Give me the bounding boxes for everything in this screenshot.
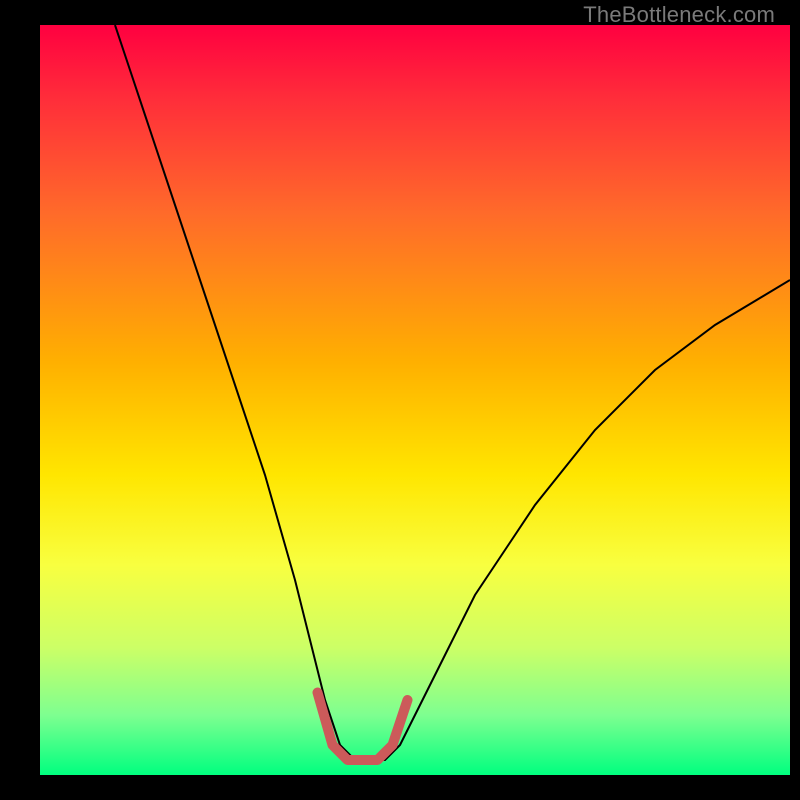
bottleneck-curve — [115, 25, 790, 760]
bottleneck-chart — [40, 25, 790, 775]
chart-frame: TheBottleneck.com — [15, 0, 785, 785]
optimal-zone-highlight — [318, 693, 408, 761]
watermark-text: TheBottleneck.com — [583, 2, 775, 28]
